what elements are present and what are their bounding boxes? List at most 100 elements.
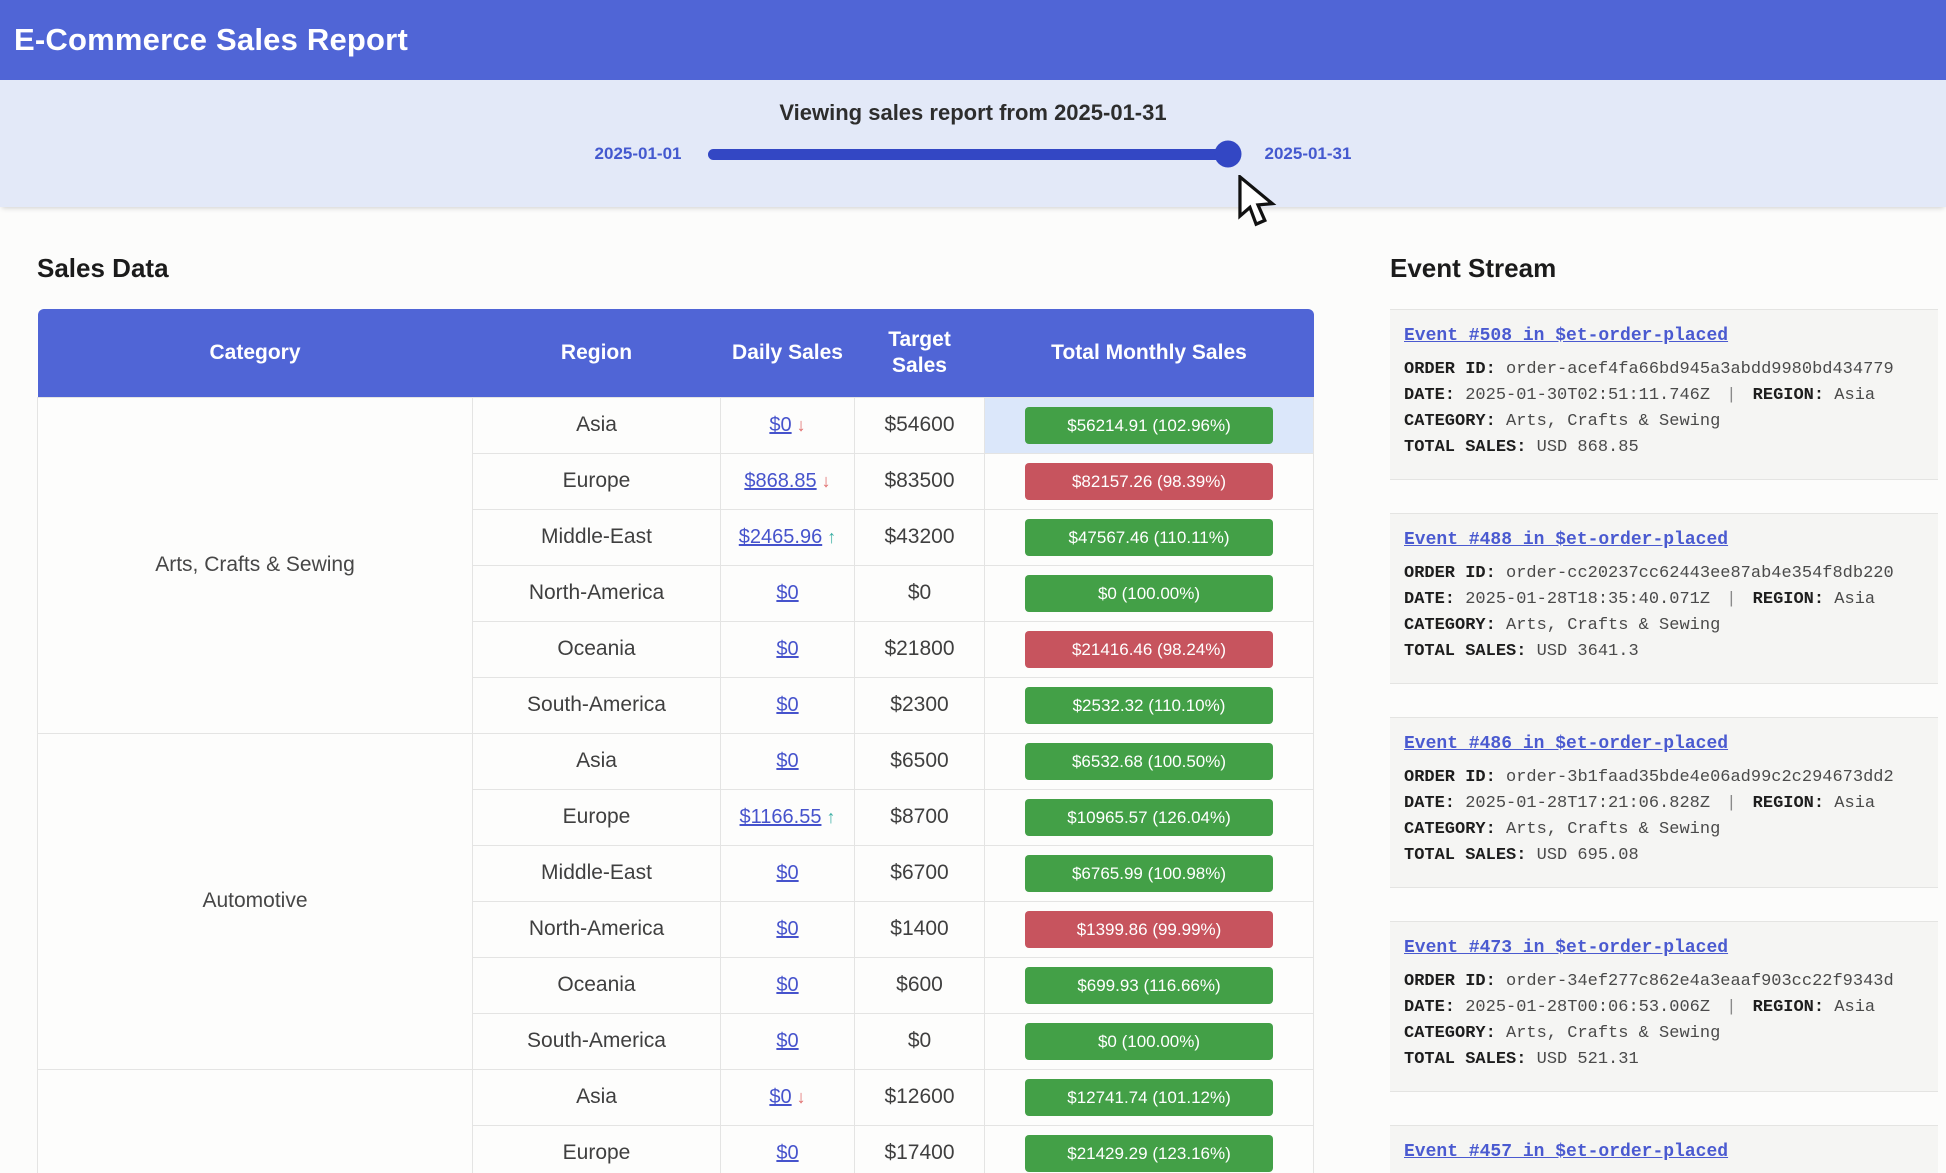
daily-sales-link[interactable]: $0 — [776, 918, 798, 940]
event-title-link[interactable]: Event #508 in $et-order-placed — [1404, 326, 1728, 346]
total-sales-badge: $6532.68 (100.50%) — [1025, 743, 1273, 780]
region-cell: South-America — [473, 677, 721, 733]
total-sales-badge: $82157.26 (98.39%) — [1025, 463, 1273, 500]
daily-sales-link[interactable]: $1166.55 — [740, 806, 822, 828]
table-row: Asia$0↓$12600$12741.74 (101.12%) — [38, 1069, 1314, 1125]
region-cell: Asia — [473, 397, 721, 453]
date-range-slider[interactable] — [708, 149, 1239, 160]
date-slider-section: Viewing sales report from 2025-01-31 202… — [0, 80, 1946, 207]
event-total-sales: TOTAL SALES: USD 3641.3 — [1404, 639, 1924, 665]
daily-sales-cell: $0 — [721, 677, 855, 733]
total-monthly-sales-cell: $699.93 (116.66%) — [985, 957, 1314, 1013]
total-monthly-sales-cell: $6765.99 (100.98%) — [985, 845, 1314, 901]
region-cell: Europe — [473, 1125, 721, 1173]
total-sales-badge: $21416.46 (98.24%) — [1025, 631, 1273, 668]
column-header-total-monthly-sales: Total Monthly Sales — [985, 309, 1314, 397]
daily-sales-link[interactable]: $868.85 — [744, 470, 816, 492]
region-cell: North-America — [473, 565, 721, 621]
daily-sales-cell: $1166.55↑ — [721, 789, 855, 845]
daily-sales-cell: $0 ↓ — [721, 397, 855, 453]
sales-table-header: CategoryRegionDaily SalesTarget SalesTot… — [38, 309, 1314, 397]
trend-down-icon: ↓ — [797, 415, 806, 436]
trend-down-icon: ↓ — [797, 1087, 806, 1108]
total-monthly-sales-cell: $12741.74 (101.12%) — [985, 1069, 1314, 1125]
category-cell — [38, 1069, 473, 1173]
sales-data-heading: Sales Data — [37, 253, 1313, 284]
total-sales-badge: $0 (100.00%) — [1025, 575, 1273, 612]
daily-sales-cell: $0 — [721, 621, 855, 677]
daily-sales-link[interactable]: $0 — [776, 694, 798, 716]
target-sales-cell: $8700 — [855, 789, 985, 845]
event-title-link[interactable]: Event #488 in $et-order-placed — [1404, 530, 1728, 550]
target-sales-cell: $0 — [855, 565, 985, 621]
event-stream-heading: Event Stream — [1390, 253, 1938, 284]
column-header-daily-sales: Daily Sales — [721, 309, 855, 397]
event-date-region: DATE: 2025-01-28T00:06:53.006Z | REGION:… — [1404, 995, 1924, 1021]
daily-sales-link[interactable]: $0 — [776, 974, 798, 996]
daily-sales-link[interactable]: $0 — [776, 1030, 798, 1052]
total-sales-badge: $699.93 (116.66%) — [1025, 967, 1273, 1004]
region-cell: Oceania — [473, 621, 721, 677]
target-sales-cell: $6500 — [855, 733, 985, 789]
total-monthly-sales-cell: $56214.91 (102.96%) — [985, 397, 1314, 453]
event-title-link[interactable]: Event #486 in $et-order-placed — [1404, 734, 1728, 754]
event-order-id: ORDER ID: order-cc20237cc62443ee87ab4e35… — [1404, 561, 1924, 587]
daily-sales-link[interactable]: $2465.96 — [739, 526, 822, 548]
total-sales-badge: $56214.91 (102.96%) — [1025, 407, 1273, 444]
event-order-id: ORDER ID: order-acef4fa66bd945a3abdd9980… — [1404, 357, 1924, 383]
region-cell: Europe — [473, 453, 721, 509]
event-category: CATEGORY: Arts, Crafts & Sewing — [1404, 1021, 1924, 1047]
daily-sales-link[interactable]: $0 — [776, 750, 798, 772]
target-sales-cell: $21800 — [855, 621, 985, 677]
region-cell: South-America — [473, 1013, 721, 1069]
total-monthly-sales-cell: $0 (100.00%) — [985, 1013, 1314, 1069]
slider-title: Viewing sales report from 2025-01-31 — [0, 100, 1946, 126]
total-monthly-sales-cell: $47567.46 (110.11%) — [985, 509, 1314, 565]
target-sales-cell: $2300 — [855, 677, 985, 733]
column-header-category: Category — [38, 309, 473, 397]
target-sales-cell: $54600 — [855, 397, 985, 453]
target-sales-cell: $83500 — [855, 453, 985, 509]
event-date-region: DATE: 2025-01-28T17:21:06.828Z | REGION:… — [1404, 791, 1924, 817]
daily-sales-link[interactable]: $0 — [776, 862, 798, 884]
target-sales-cell: $43200 — [855, 509, 985, 565]
event-date-region: DATE: 2025-01-30T02:51:11.746Z | REGION:… — [1404, 383, 1924, 409]
slider-handle[interactable] — [1214, 141, 1241, 168]
trend-down-icon: ↓ — [822, 471, 831, 492]
total-monthly-sales-cell: $0 (100.00%) — [985, 565, 1314, 621]
total-sales-badge: $0 (100.00%) — [1025, 1023, 1273, 1060]
event-order-id: ORDER ID: order-3b1faad35bde4e06ad99c2c2… — [1404, 765, 1924, 791]
total-sales-badge: $12741.74 (101.12%) — [1025, 1079, 1273, 1116]
target-sales-cell: $1400 — [855, 901, 985, 957]
target-sales-cell: $600 — [855, 957, 985, 1013]
total-monthly-sales-cell: $2532.32 (110.10%) — [985, 677, 1314, 733]
region-cell: North-America — [473, 901, 721, 957]
event-stream-section: Event Stream Event #508 in $et-order-pla… — [1390, 253, 1938, 1173]
event-card: Event #486 in $et-order-placed ORDER ID: … — [1390, 717, 1938, 888]
daily-sales-link[interactable]: $0 — [769, 414, 791, 436]
app-window: E-Commerce Sales Report Viewing sales re… — [0, 0, 1946, 1173]
event-title-link[interactable]: Event #473 in $et-order-placed — [1404, 938, 1728, 958]
daily-sales-link[interactable]: $0 — [776, 582, 798, 604]
region-cell: Asia — [473, 733, 721, 789]
target-sales-cell: $17400 — [855, 1125, 985, 1173]
total-monthly-sales-cell: $21429.29 (123.16%) — [985, 1125, 1314, 1173]
main-content: Sales Data CategoryRegionDaily SalesTarg… — [0, 207, 1946, 1173]
event-category: CATEGORY: Arts, Crafts & Sewing — [1404, 817, 1924, 843]
region-cell: Oceania — [473, 957, 721, 1013]
daily-sales-link[interactable]: $0 — [776, 1142, 798, 1164]
event-title-link[interactable]: Event #457 in $et-order-placed — [1404, 1142, 1728, 1162]
total-sales-badge: $47567.46 (110.11%) — [1025, 519, 1273, 556]
trend-up-icon: ↑ — [827, 527, 836, 548]
daily-sales-cell: $0 — [721, 1125, 855, 1173]
category-cell: Arts, Crafts & Sewing — [38, 397, 473, 733]
daily-sales-cell: $0 — [721, 565, 855, 621]
daily-sales-link[interactable]: $0 — [769, 1086, 791, 1108]
total-monthly-sales-cell: $21416.46 (98.24%) — [985, 621, 1314, 677]
total-sales-badge: $21429.29 (123.16%) — [1025, 1135, 1273, 1172]
event-list: Event #508 in $et-order-placed ORDER ID: … — [1390, 309, 1938, 1173]
event-card: Event #473 in $et-order-placedORDER ID: … — [1390, 921, 1938, 1092]
event-category: CATEGORY: Arts, Crafts & Sewing — [1404, 613, 1924, 639]
daily-sales-link[interactable]: $0 — [776, 638, 798, 660]
event-card: Event #457 in $et-order-placedORDER ID: … — [1390, 1125, 1938, 1173]
